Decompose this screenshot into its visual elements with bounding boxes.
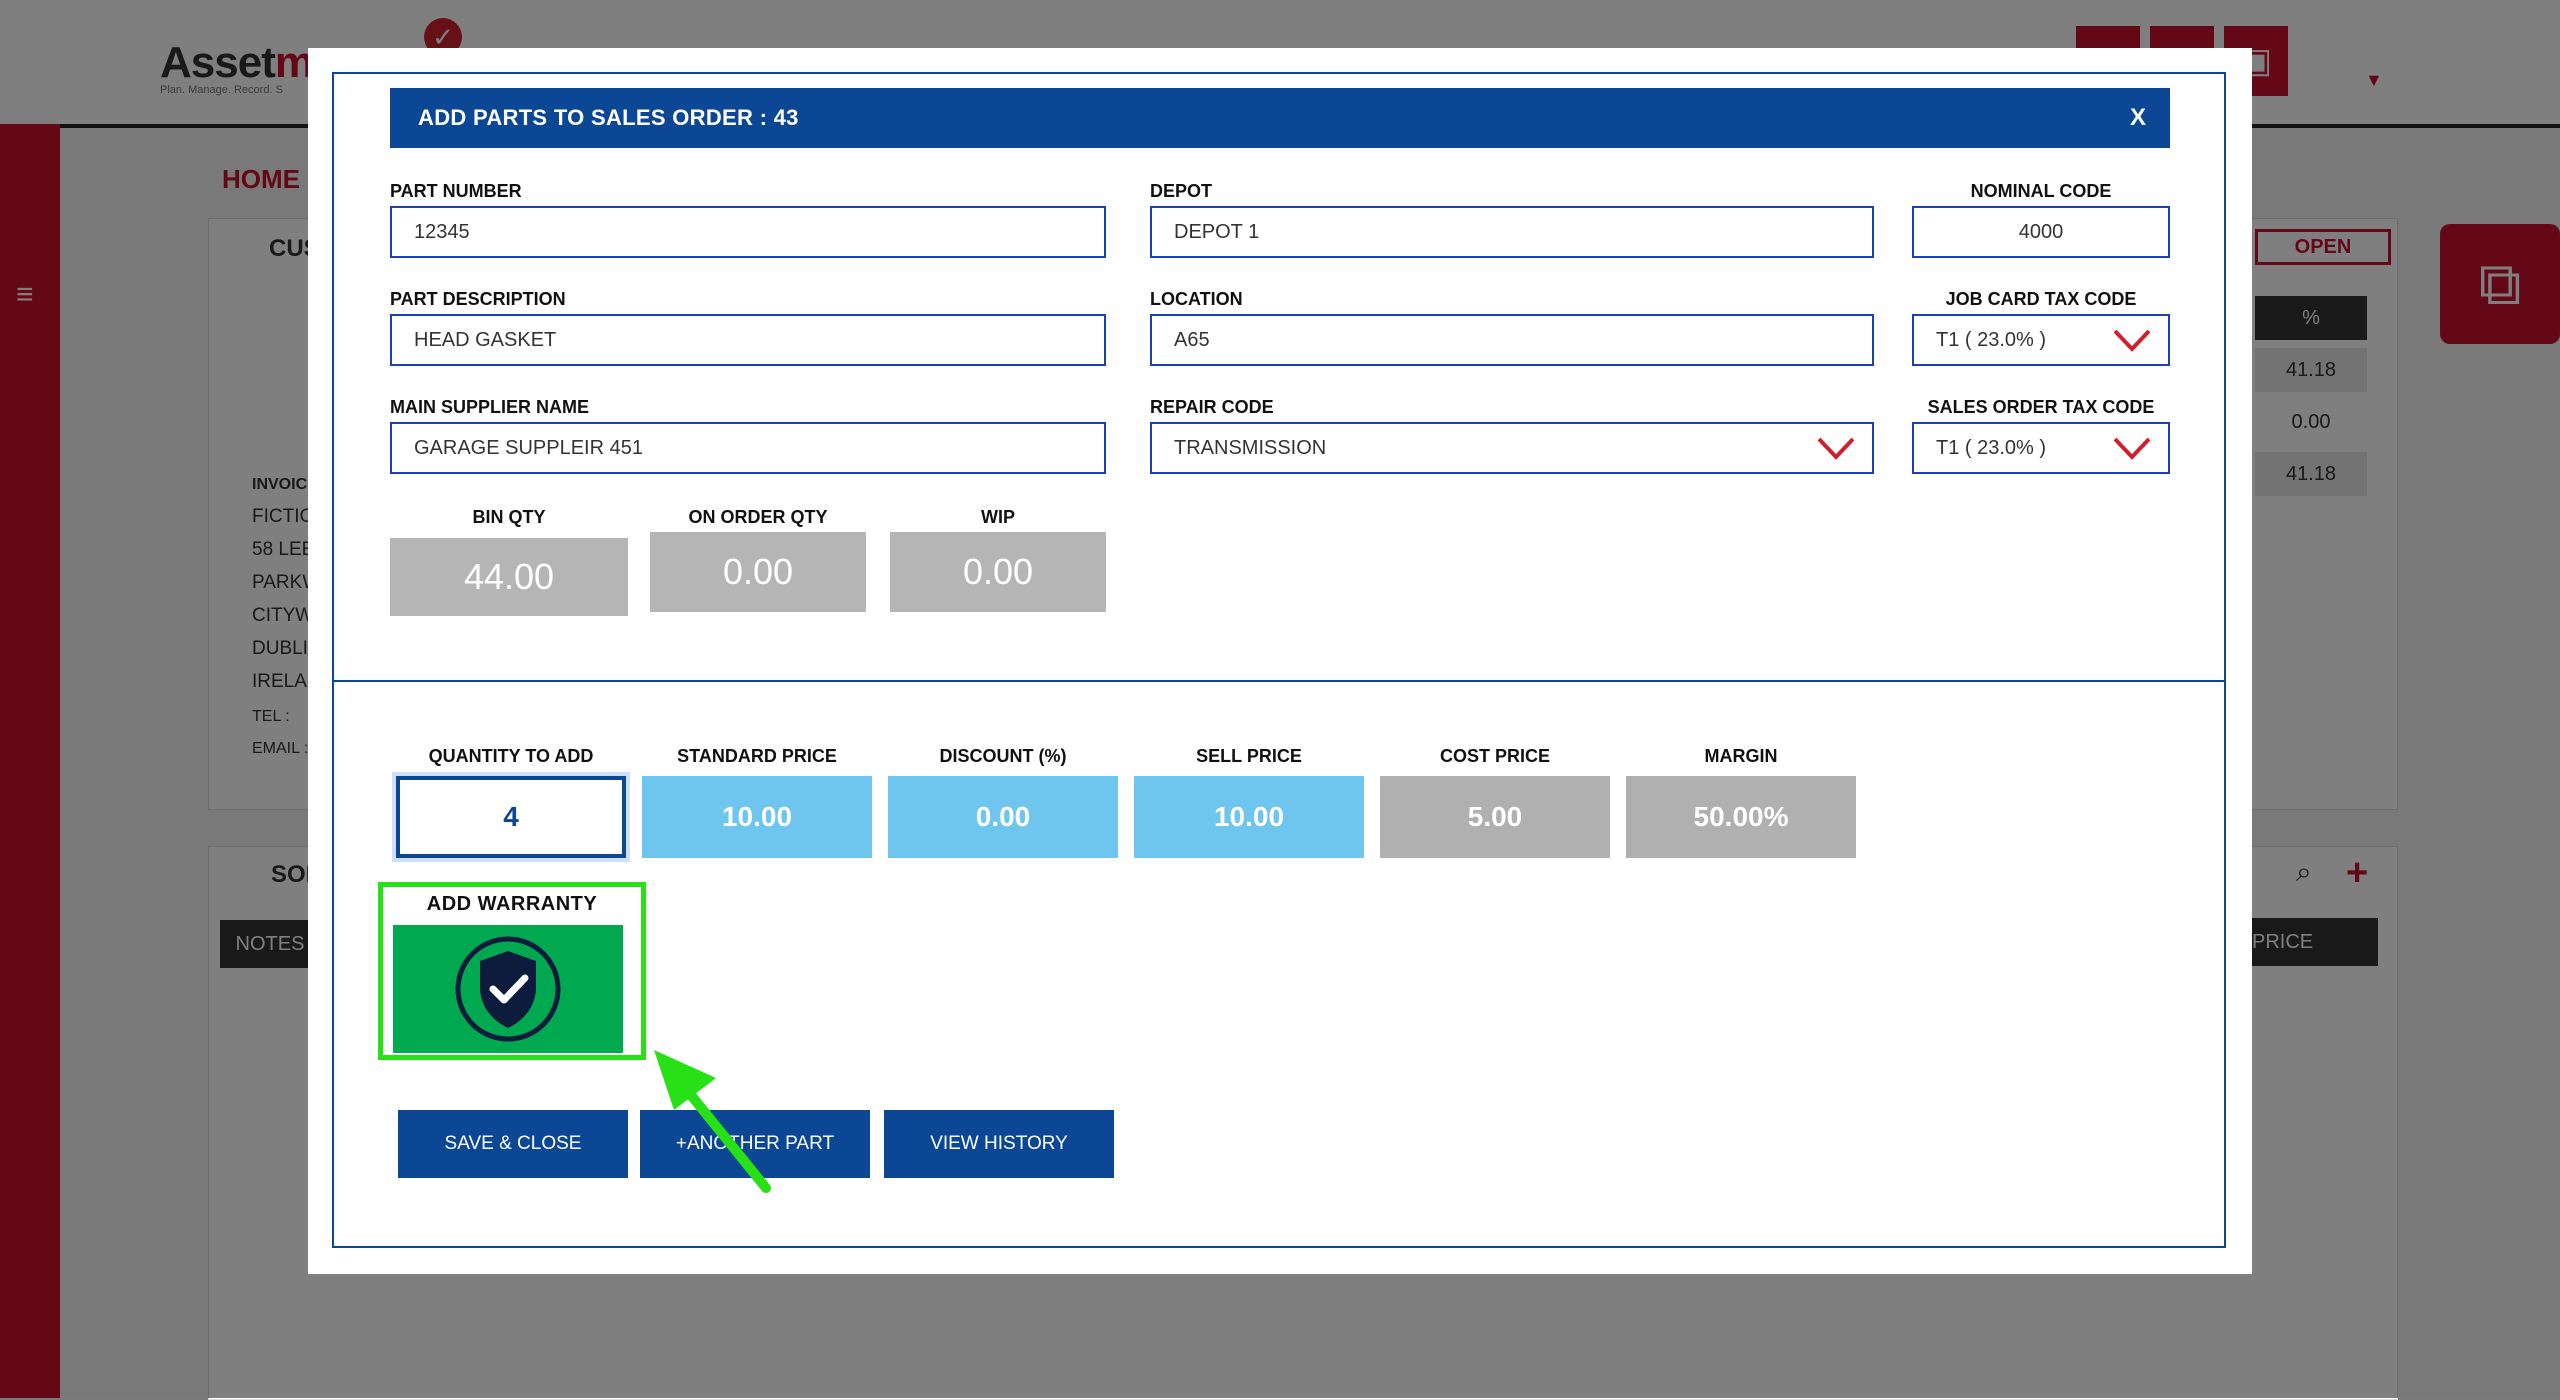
sales-order-tax-code-select[interactable]: T1 ( 23.0% ) xyxy=(1912,422,2170,474)
depot-field[interactable]: DEPOT 1 xyxy=(1150,206,1874,258)
sell-price-field[interactable]: 10.00 xyxy=(1134,776,1364,858)
another-part-button[interactable]: +ANOTHER PART xyxy=(640,1110,870,1178)
nominal-code-field[interactable]: 4000 xyxy=(1912,206,2170,258)
add-warranty-button[interactable] xyxy=(393,925,623,1053)
close-button[interactable]: X xyxy=(2130,88,2146,148)
main-supplier-name-field[interactable]: GARAGE SUPPLEIR 451 xyxy=(390,422,1106,474)
location-field[interactable]: A65 xyxy=(1150,314,1874,366)
shield-check-icon xyxy=(455,936,561,1042)
view-history-button[interactable]: VIEW HISTORY xyxy=(884,1110,1114,1178)
wip-value: 0.00 xyxy=(890,532,1106,612)
job-card-tax-code-label: JOB CARD TAX CODE xyxy=(1945,289,2137,309)
nominal-code-label: NOMINAL CODE xyxy=(1970,181,2112,201)
part-description-field[interactable]: HEAD GASKET xyxy=(390,314,1106,366)
discount-field[interactable]: 0.00 xyxy=(888,776,1118,858)
modal-title: ADD PARTS TO SALES ORDER : 43 xyxy=(418,105,799,130)
main-supplier-name-label: MAIN SUPPLIER NAME xyxy=(390,397,590,417)
part-description-label: PART DESCRIPTION xyxy=(390,289,566,309)
repair-code-value: TRANSMISSION xyxy=(1174,437,1327,459)
add-parts-modal: ADD PARTS TO SALES ORDER : 43 X PART NUM… xyxy=(308,48,2252,1274)
repair-code-select[interactable]: TRANSMISSION xyxy=(1150,422,1874,474)
repair-code-label: REPAIR CODE xyxy=(1150,397,1274,417)
bin-qty-value: 44.00 xyxy=(390,538,628,616)
part-number-field[interactable]: 12345 xyxy=(390,206,1106,258)
sales-order-tax-code-label: SALES ORDER TAX CODE xyxy=(1927,397,2155,417)
wip-label: WIP xyxy=(981,507,1015,527)
on-order-qty-value: 0.00 xyxy=(650,532,866,612)
add-warranty-highlight: ADD WARRANTY xyxy=(378,882,646,1060)
chevron-down-icon xyxy=(1817,437,1855,460)
add-warranty-label: ADD WARRANTY xyxy=(426,893,598,915)
section-divider xyxy=(332,680,2226,682)
modal-title-bar: ADD PARTS TO SALES ORDER : 43 X xyxy=(390,88,2170,148)
bin-qty-label: BIN QTY xyxy=(472,507,546,527)
on-order-qty-label: ON ORDER QTY xyxy=(688,507,828,527)
sales-order-tax-code-value: T1 ( 23.0% ) xyxy=(1936,437,2047,459)
location-label: LOCATION xyxy=(1150,289,1243,309)
save-close-button[interactable]: SAVE & CLOSE xyxy=(398,1110,628,1178)
part-number-label: PART NUMBER xyxy=(390,181,522,201)
chevron-down-icon xyxy=(2113,437,2151,460)
job-card-tax-code-select[interactable]: T1 ( 23.0% ) xyxy=(1912,314,2170,366)
depot-label: DEPOT xyxy=(1150,181,1213,201)
chevron-down-icon xyxy=(2113,329,2151,352)
standard-price-field[interactable]: 10.00 xyxy=(642,776,872,858)
job-card-tax-code-value: T1 ( 23.0% ) xyxy=(1936,329,2047,351)
quantity-to-add-input[interactable]: 4 xyxy=(396,776,626,858)
